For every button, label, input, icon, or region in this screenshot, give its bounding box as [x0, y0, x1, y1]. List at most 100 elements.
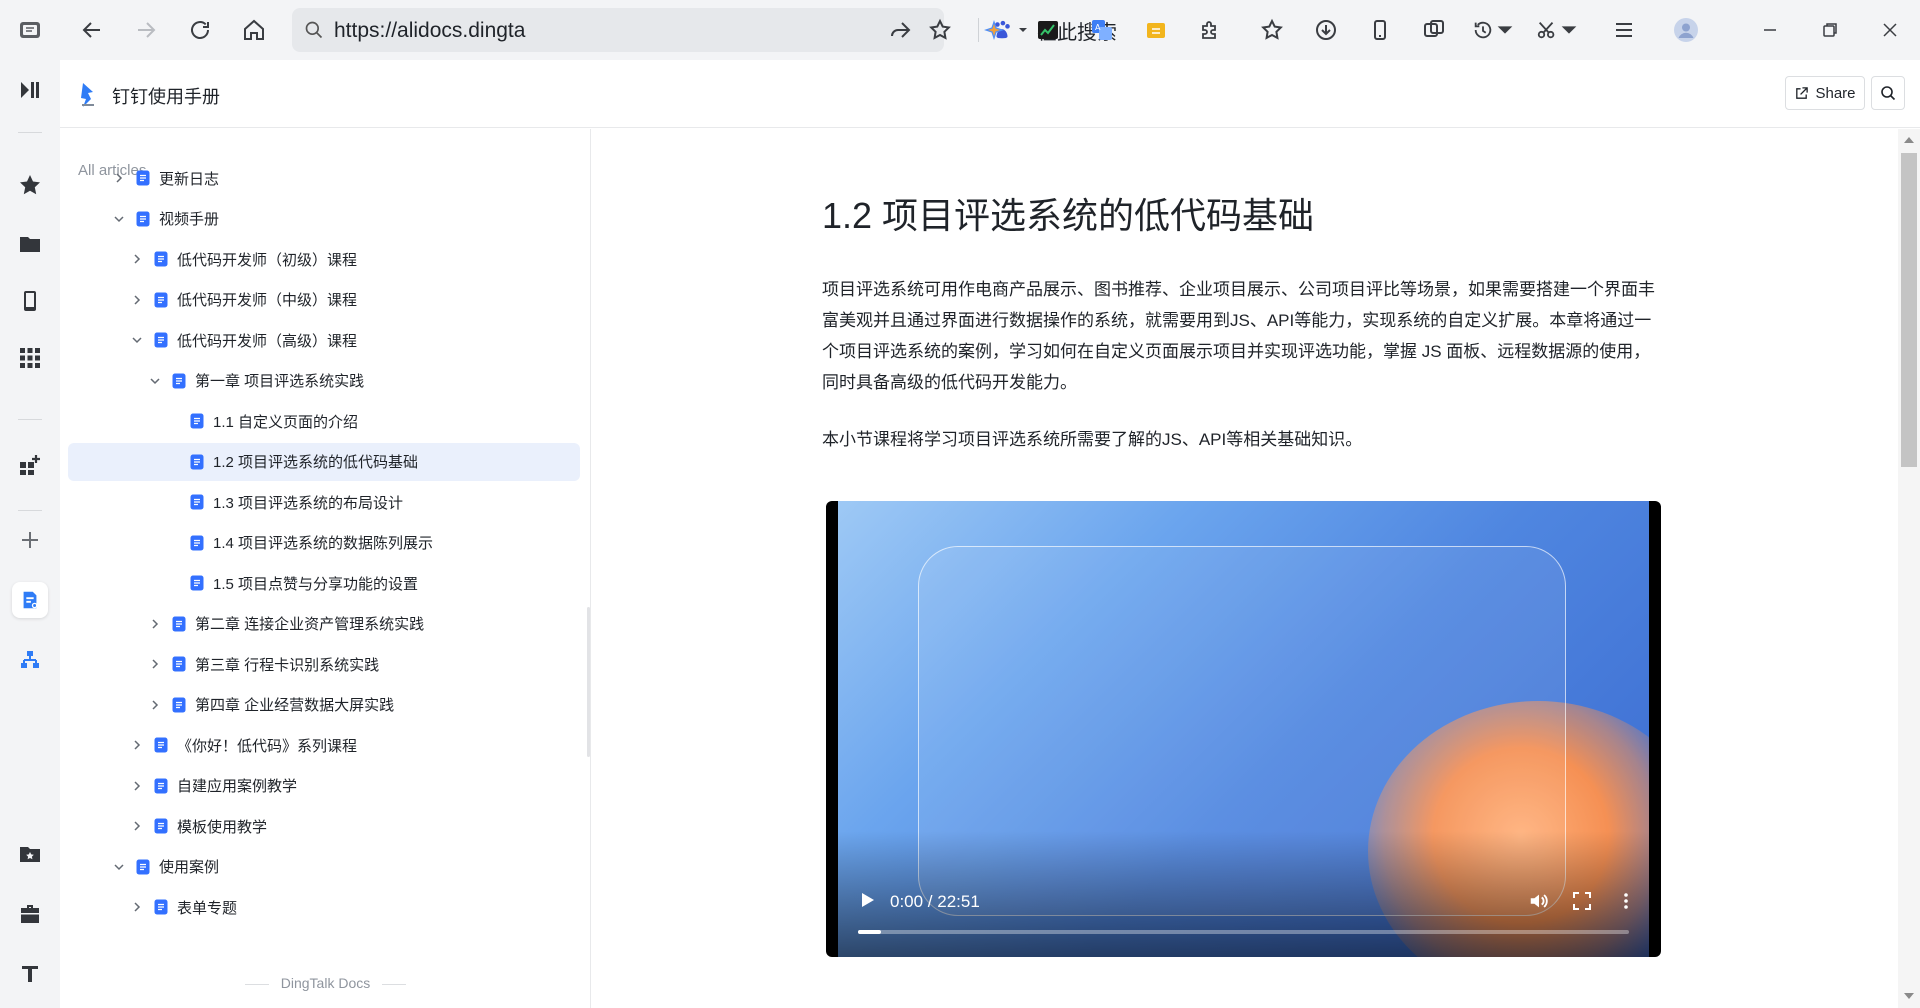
chevron-right-icon[interactable] [130, 738, 144, 752]
video-time: 0:00 / 22:51 [890, 892, 980, 911]
apps-grid-icon[interactable] [18, 346, 42, 370]
chevron-right-icon[interactable] [148, 657, 162, 671]
page-scroll-thumb[interactable] [1901, 153, 1917, 467]
doc-icon [172, 697, 186, 712]
folder-sync-icon[interactable] [1138, 12, 1174, 48]
home-icon[interactable] [236, 12, 272, 48]
sidebar-tree-item[interactable]: 自建应用案例教学 [68, 767, 580, 805]
video-frame[interactable]: 0:00 / 22:51 [838, 501, 1649, 957]
chevron-right-icon[interactable] [112, 171, 126, 185]
sidebar-tree-item[interactable]: 第四章 企业经营数据大屏实践 [68, 686, 580, 724]
chevron-down-icon [1019, 28, 1027, 32]
sidebar-tree-item[interactable]: 第一章 项目评选系统实践 [68, 362, 580, 400]
doc-search-button[interactable] [1871, 76, 1905, 110]
menu-hamburger-icon[interactable] [1606, 12, 1642, 48]
article-title: 1.2 项目评选系统的低代码基础 [822, 195, 1315, 236]
volume-icon[interactable] [1528, 890, 1550, 912]
folder-icon[interactable] [18, 232, 42, 256]
avatar[interactable] [1668, 12, 1704, 48]
more-options-icon[interactable] [1616, 891, 1636, 911]
sidebar-tree-item[interactable]: 第二章 连接企业资产管理系统实践 [68, 605, 580, 643]
url-text[interactable]: https://alidocs.dingta [334, 19, 874, 43]
tree-item-label: 自建应用案例教学 [177, 778, 298, 795]
dingtalk-docs-app-icon[interactable] [12, 582, 48, 618]
sidebar-tree-item[interactable]: 1.4 项目评选系统的数据陈列展示 [68, 524, 580, 562]
sidebar-tree-item[interactable]: 《你好！低代码》系列课程 [68, 726, 580, 764]
forward-icon[interactable] [128, 12, 164, 48]
address-bar[interactable]: https://alidocs.dingta 在此搜索 [292, 8, 1117, 52]
sidebar-tree-item[interactable]: 模板使用教学 [68, 807, 580, 845]
extensions-puzzle-icon[interactable] [1192, 12, 1228, 48]
restore-icon[interactable] [1812, 12, 1848, 48]
doc-icon [136, 211, 150, 226]
org-chart-icon[interactable] [18, 648, 42, 672]
tree-item-label: 1.3 项目评选系统的布局设计 [213, 494, 404, 512]
history-icon[interactable] [1472, 12, 1516, 48]
pin-icon[interactable] [18, 962, 42, 986]
add-icon[interactable] [18, 528, 42, 552]
chevron-right-icon[interactable] [148, 698, 162, 712]
download-icon[interactable] [1308, 12, 1344, 48]
translate-icon[interactable]: A [1084, 12, 1120, 48]
sidebar-scrollbar[interactable] [587, 607, 590, 757]
sidebar-tree-item[interactable]: 低代码开发师（中级）课程 [68, 281, 580, 319]
bookmark-star-icon[interactable] [928, 18, 952, 42]
chevron-right-icon[interactable] [130, 293, 144, 307]
tree-item-label: 第三章 行程卡识别系统实践 [195, 656, 380, 674]
tree-item-label: 低代码开发师（高级）课程 [177, 332, 358, 350]
chevron-right-icon[interactable] [130, 252, 144, 266]
tree-item-label: 低代码开发师（中级）课程 [177, 292, 358, 309]
favorites-star-icon[interactable] [1254, 12, 1290, 48]
back-icon[interactable] [74, 12, 110, 48]
sidebar-tree-item[interactable]: 使用案例 [68, 848, 580, 886]
sidebar-tree-item[interactable]: 1.3 项目评选系统的布局设计 [68, 483, 580, 521]
extension-chart-icon[interactable] [1030, 12, 1066, 48]
scroll-up-arrow-icon[interactable] [1904, 137, 1914, 143]
search-icon [305, 21, 323, 39]
share-icon[interactable] [888, 18, 912, 42]
sidebar-tree-item[interactable]: 更新日志 [68, 159, 580, 197]
chevron-right-icon[interactable] [148, 617, 162, 631]
briefcase-icon[interactable] [18, 902, 42, 926]
sidebar-tree-item[interactable]: 1.2 项目评选系统的低代码基础 [68, 442, 580, 481]
sidebar-tree-item[interactable]: 低代码开发师（高级）课程 [68, 321, 580, 359]
favorites-star-icon[interactable] [18, 173, 42, 197]
chevron-right-icon[interactable] [130, 819, 144, 833]
video-progress-bar[interactable] [858, 930, 1629, 934]
play-icon[interactable] [858, 891, 876, 909]
scroll-down-arrow-icon[interactable] [1904, 993, 1914, 999]
sidebar-tree-item[interactable]: 第三章 行程卡识别系统实践 [68, 645, 580, 683]
sidebar-tree-item[interactable]: 表单专题 [68, 888, 580, 926]
chevron-right-icon[interactable] [130, 900, 144, 914]
mobile-icon[interactable] [1362, 12, 1398, 48]
sidebar-footer: DingTalk Docs [60, 975, 591, 991]
browser-menu-icon[interactable] [12, 12, 48, 48]
chevron-down-icon[interactable] [148, 374, 162, 388]
sidebar-toggle-icon[interactable] [18, 78, 42, 102]
doc-icon [172, 656, 186, 672]
sidebar-tree-item[interactable]: 视频手册 [68, 200, 580, 238]
dingtalk-logo-icon[interactable] [80, 82, 96, 108]
screenshot-scissors-icon[interactable] [1536, 12, 1580, 48]
fullscreen-icon[interactable] [1572, 891, 1592, 911]
star-folder-icon[interactable] [18, 842, 42, 866]
chevron-down-icon[interactable] [112, 212, 126, 226]
chevron-right-icon[interactable] [130, 779, 144, 793]
add-app-icon[interactable] [18, 453, 42, 477]
tabs-icon[interactable] [1416, 12, 1452, 48]
share-button[interactable]: Share [1785, 76, 1865, 110]
minimize-icon[interactable] [1752, 12, 1788, 48]
sidebar-tree-item[interactable]: 低代码开发师（初级）课程 [68, 240, 580, 278]
close-icon[interactable] [1872, 12, 1908, 48]
mobile-icon[interactable] [18, 289, 42, 313]
page-scrollbar[interactable] [1898, 129, 1920, 1008]
sidebar-tree-item[interactable]: 1.5 项目点赞与分享功能的设置 [68, 564, 580, 602]
chevron-down-icon[interactable] [130, 333, 144, 347]
ai-sparkle-icon[interactable] [976, 12, 1012, 48]
sidebar-tree-item[interactable]: 1.1 自定义页面的介绍 [68, 402, 580, 440]
reload-icon[interactable] [182, 12, 218, 48]
tree-item-label: 1.1 自定义页面的介绍 [213, 413, 359, 431]
doc-title[interactable]: 钉钉使用手册 [112, 83, 220, 109]
chevron-down-icon[interactable] [112, 860, 126, 874]
video-player[interactable]: 0:00 / 22:51 [826, 501, 1661, 957]
